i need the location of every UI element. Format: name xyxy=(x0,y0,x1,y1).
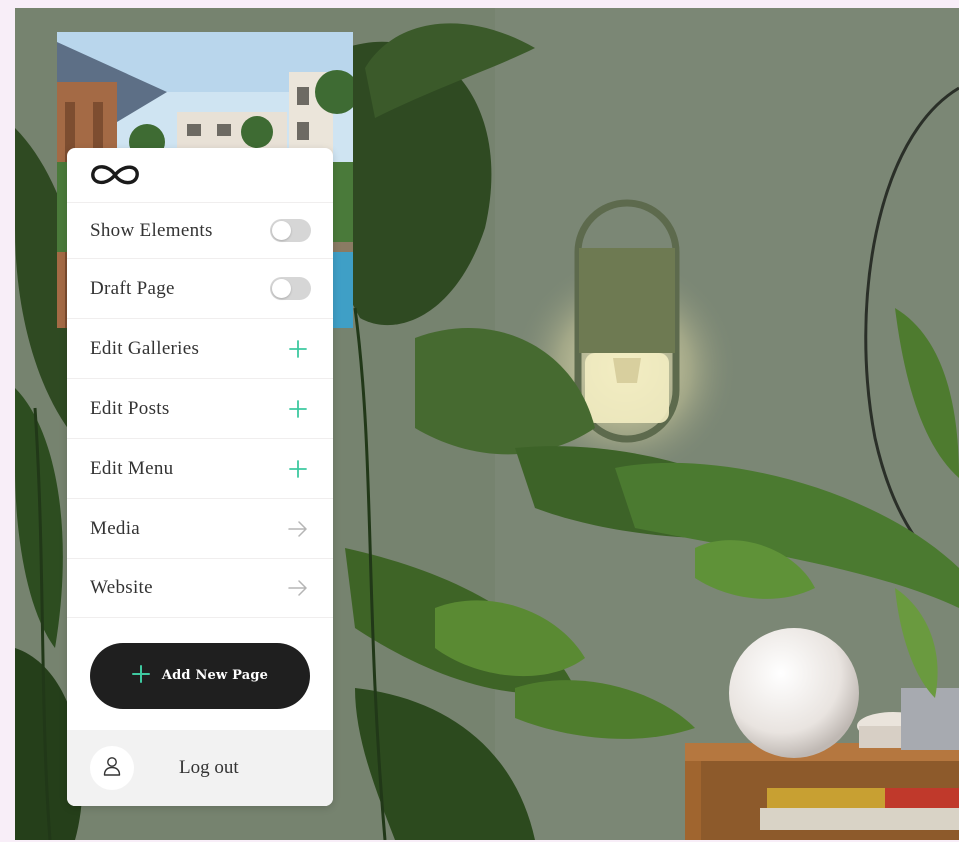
avatar xyxy=(90,746,134,790)
plus-icon xyxy=(131,664,150,687)
toggle-knob xyxy=(272,279,291,298)
menu-item-draft-page[interactable]: Draft Page xyxy=(67,258,333,318)
menu-item-label: Media xyxy=(90,517,141,539)
menu-item-label: Website xyxy=(90,577,153,598)
menu-item-label: Edit Galleries xyxy=(90,337,200,359)
menu-item-label: Show Elements xyxy=(90,219,213,241)
menu-item-website[interactable]: Website xyxy=(67,558,333,618)
admin-menu-panel: Show Elements Draft Page Edit Galleries … xyxy=(67,148,333,806)
arrow-right-icon[interactable] xyxy=(287,577,309,599)
draft-page-toggle[interactable] xyxy=(270,277,311,300)
add-new-page-button[interactable]: Add New Page xyxy=(90,642,310,709)
menu-item-edit-menu[interactable]: Edit Menu xyxy=(67,438,333,498)
logo xyxy=(67,148,333,202)
menu-item-label: Edit Menu xyxy=(90,457,174,479)
menu-item-media[interactable]: Media xyxy=(67,498,333,558)
menu-item-label: Edit Posts xyxy=(90,397,170,419)
menu-item-label: Draft Page xyxy=(90,277,175,299)
arrow-right-icon[interactable] xyxy=(287,518,309,540)
plus-icon[interactable] xyxy=(287,338,309,360)
toggle-knob xyxy=(272,221,291,240)
plus-icon[interactable] xyxy=(287,398,309,420)
infinity-logo-icon xyxy=(89,161,141,189)
menu-item-edit-posts[interactable]: Edit Posts xyxy=(67,378,333,438)
user-icon xyxy=(103,756,121,781)
menu-item-show-elements[interactable]: Show Elements xyxy=(67,202,333,258)
add-new-page-label: Add New Page xyxy=(161,668,269,683)
show-elements-toggle[interactable] xyxy=(270,219,311,242)
logout-row[interactable]: Log out xyxy=(67,730,333,806)
logout-label: Log out xyxy=(179,757,239,778)
plus-icon[interactable] xyxy=(287,458,309,480)
add-page-section: Add New Page xyxy=(67,618,333,733)
menu-item-edit-galleries[interactable]: Edit Galleries xyxy=(67,318,333,378)
